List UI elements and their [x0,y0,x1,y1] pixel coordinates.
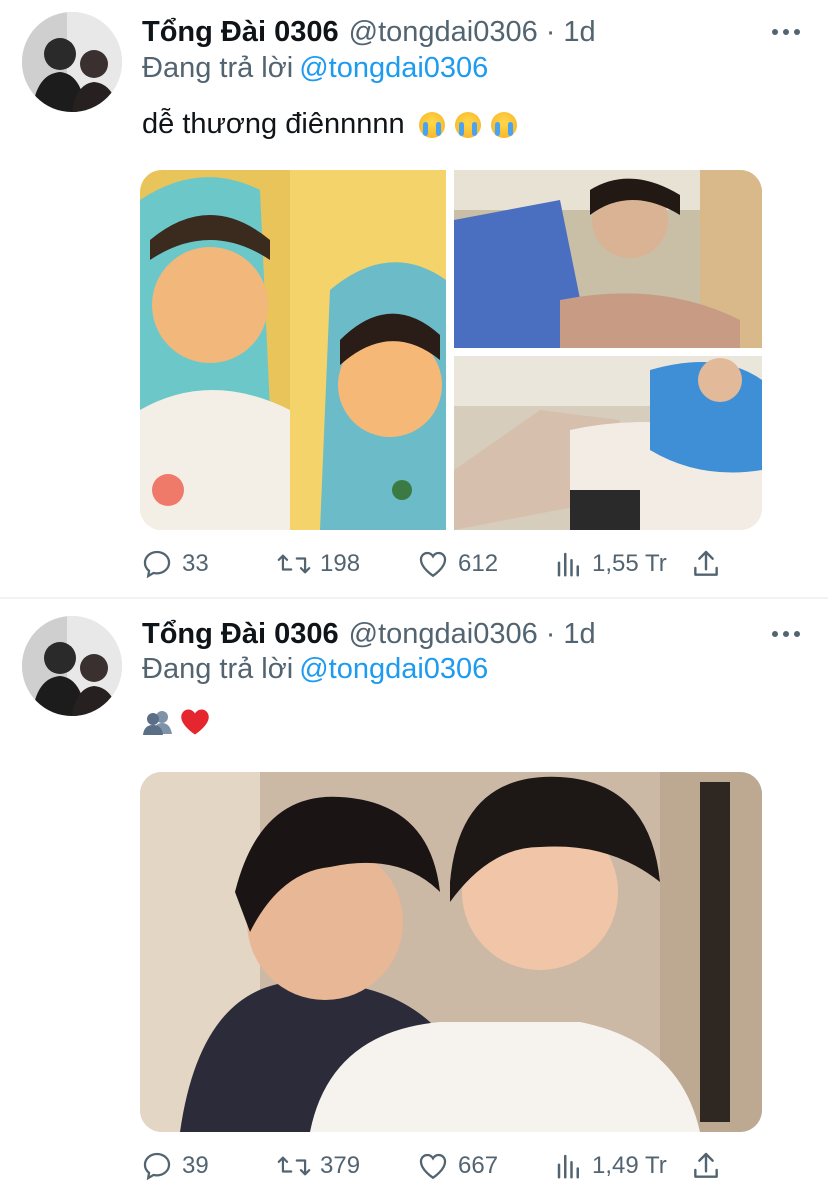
timestamp[interactable]: 1d [563,618,595,651]
like-icon [419,1153,447,1180]
tweet-header: Tổng Đài 0306 @tongdai0306 · 1d [142,614,596,654]
avatar[interactable] [22,12,122,112]
like-button[interactable]: 667 [416,1146,498,1186]
tweet-actions: 33 198 612 1,55 Tr [140,544,730,584]
reply-icon [143,1152,171,1181]
reply-count: 39 [182,1152,209,1179]
share-icon [694,550,718,576]
like-count: 667 [458,1152,499,1179]
views-icon [557,1154,579,1179]
reply-count: 33 [182,550,209,577]
loudly-crying-face-icon [454,111,481,138]
retweet-button[interactable]: 379 [276,1146,360,1186]
retweet-icon [277,1156,311,1176]
loudly-crying-face-icon [418,111,445,138]
replying-to: Đang trả lời @tongdai0306 [142,653,488,686]
retweet-icon [277,554,311,574]
replying-to: Đang trả lời @tongdai0306 [142,52,488,85]
view-count: 1,55 Tr [592,550,667,577]
retweet-count: 379 [320,1152,361,1179]
tweet-text [142,708,210,736]
reply-icon [143,550,171,579]
replying-prefix: Đang trả lời [142,653,294,685]
share-icon [694,1152,718,1178]
views-icon [557,552,579,577]
photo-bottom-right[interactable] [454,356,762,530]
views-button[interactable]: 1,49 Tr [554,1146,667,1186]
view-count: 1,49 Tr [592,1152,667,1179]
replying-prefix: Đang trả lời [142,52,294,84]
author-name[interactable]: Tổng Đài 0306 [142,618,339,651]
author-handle[interactable]: @tongdai0306 [349,16,538,49]
more-icon[interactable] [772,629,800,639]
tweet-divider [0,597,828,599]
separator: · [545,15,556,48]
busts-in-silhouette-icon [143,711,172,735]
share-button[interactable] [690,1146,730,1186]
separator: · [545,617,556,650]
red-heart-icon [181,709,209,735]
like-icon [419,551,447,578]
tweet-text: dễ thương điênnnnn [142,108,517,141]
tweet[interactable]: Tổng Đài 0306 @tongdai0306 · 1d Đang trả… [0,0,828,598]
more-icon[interactable] [772,27,800,37]
author-handle[interactable]: @tongdai0306 [349,618,538,651]
media-grid[interactable] [140,170,762,530]
author-name[interactable]: Tổng Đài 0306 [142,16,339,49]
tweet-actions: 39 379 667 1,49 Tr [140,1146,730,1186]
reply-button[interactable]: 39 [140,1146,209,1186]
retweet-count: 198 [320,550,361,577]
photo-left[interactable] [140,170,446,530]
media-single-photo[interactable] [140,772,762,1132]
like-button[interactable]: 612 [416,544,498,584]
tweet[interactable]: Tổng Đài 0306 @tongdai0306 · 1d Đang trả… [0,600,828,1194]
tweet-header: Tổng Đài 0306 @tongdai0306 · 1d [142,12,596,52]
loudly-crying-face-icon [490,111,517,138]
replying-to-link[interactable]: @tongdai0306 [299,653,488,685]
timestamp[interactable]: 1d [563,16,595,49]
replying-to-link[interactable]: @tongdai0306 [299,52,488,84]
share-button[interactable] [690,544,730,584]
like-count: 612 [458,550,499,577]
retweet-button[interactable]: 198 [276,544,360,584]
avatar[interactable] [22,616,122,716]
photo-top-right[interactable] [454,170,762,348]
tweet-text-content: dễ thương điênnnnn [142,108,405,140]
reply-button[interactable]: 33 [140,544,209,584]
views-button[interactable]: 1,55 Tr [554,544,667,584]
